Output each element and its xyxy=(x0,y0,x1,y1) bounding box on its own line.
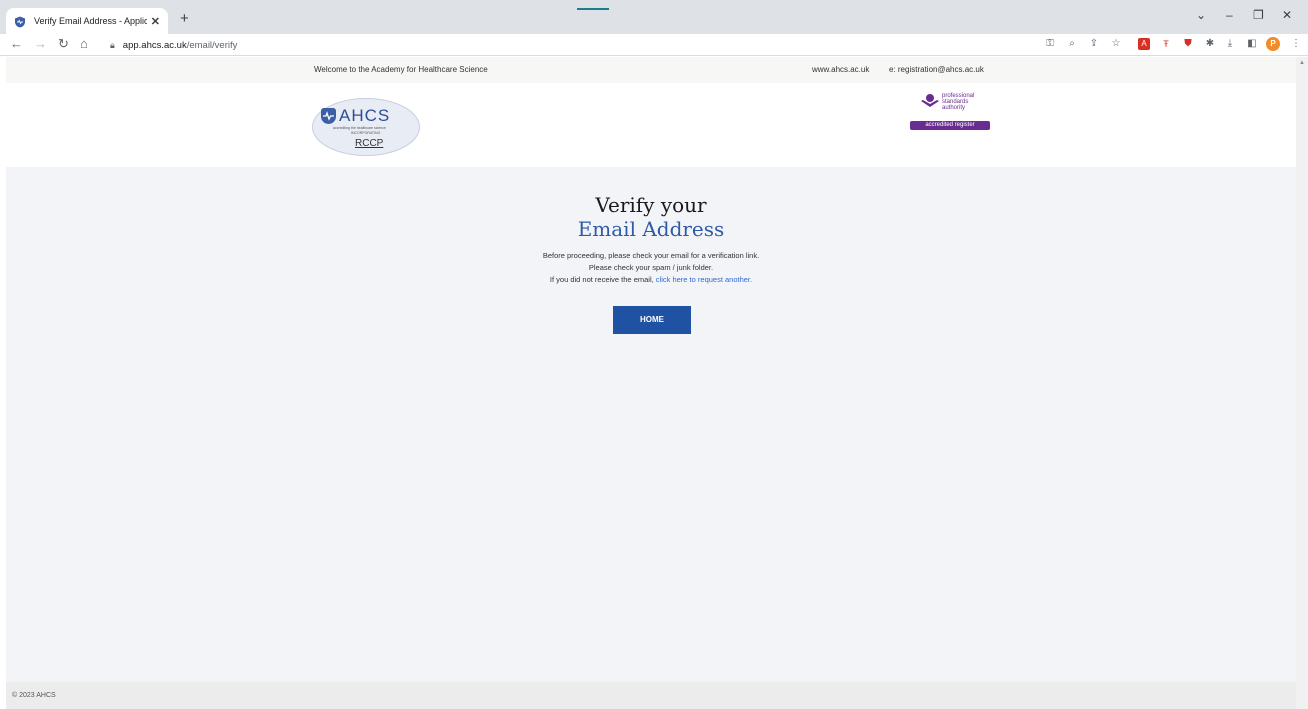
bookmark-star-icon[interactable]: ☆ xyxy=(1110,38,1122,50)
home-icon[interactable]: ⌂ xyxy=(80,36,88,51)
menu-dots-icon[interactable]: ⋮ xyxy=(1290,38,1302,50)
reload-icon[interactable]: ↻ xyxy=(58,36,69,52)
psa-text: professional standards authority xyxy=(942,93,975,111)
shield-favicon-icon xyxy=(14,15,26,28)
vertical-scrollbar[interactable] xyxy=(1296,57,1308,709)
resend-line: If you did not receive the email, click … xyxy=(6,275,1296,284)
key-icon[interactable]: ⚿ xyxy=(1044,38,1056,50)
close-window-button[interactable]: ✕ xyxy=(1282,8,1292,22)
welcome-text: Welcome to the Academy for Healthcare Sc… xyxy=(314,65,488,74)
forward-arrow-icon[interactable]: → xyxy=(34,36,47,51)
lock-icon[interactable]: 🔒︎ xyxy=(110,40,115,51)
copyright: © 2023 AHCS xyxy=(12,692,56,699)
tab-close-icon[interactable]: ✕ xyxy=(151,15,160,28)
tab-strip: Verify Email Address - Applicant I ✕ + ⌄… xyxy=(0,0,1308,34)
website-link[interactable]: www.ahcs.ac.uk xyxy=(812,65,869,74)
download-icon[interactable]: ⤓ xyxy=(1224,38,1236,50)
page-title-line1: Verify your xyxy=(595,193,707,217)
ahcs-tagline: accrediting the healthcare science xyxy=(333,126,386,130)
browser-toolbar: ← → ↻ ⌂ 🔒︎ app.ahcs.ac.uk/email/verify ⚿… xyxy=(0,34,1308,56)
instruction-text: Before proceeding, please check your ema… xyxy=(542,251,760,260)
tab-search-icon[interactable]: ⌄ xyxy=(1196,8,1206,22)
welcome-bar: Welcome to the Academy for Healthcare Sc… xyxy=(6,57,1296,83)
side-panel-icon[interactable]: ◧ xyxy=(1246,38,1258,50)
scroll-up-arrow-icon[interactable]: ▲ xyxy=(1299,60,1305,66)
ahcs-logo[interactable]: AHCS accrediting the healthcare science … xyxy=(312,98,420,156)
footer: © 2023 AHCS xyxy=(6,682,1296,709)
home-button[interactable]: HOME xyxy=(613,306,691,334)
browser-tab[interactable]: Verify Email Address - Applicant I ✕ xyxy=(6,8,168,34)
ahcs-incorporating: INCORPORATING xyxy=(351,131,381,135)
page-title-line2: Email Address xyxy=(577,217,725,241)
minimize-button[interactable]: – xyxy=(1226,8,1233,22)
zoom-icon[interactable]: ⌕ xyxy=(1066,38,1078,50)
new-tab-button[interactable]: + xyxy=(180,10,189,27)
registration-email[interactable]: e: registration@ahcs.ac.uk xyxy=(889,65,984,74)
extension-icon[interactable]: Ŧ xyxy=(1160,38,1172,50)
resend-prefix: If you did not receive the email, xyxy=(549,275,654,284)
restore-button[interactable]: ❐ xyxy=(1253,8,1264,22)
pdf-extension-icon[interactable]: A xyxy=(1138,38,1150,50)
back-arrow-icon[interactable]: ← xyxy=(10,36,23,51)
url-path: /email/verify xyxy=(186,39,238,51)
accredited-register-badge: accredited register xyxy=(910,121,990,130)
ahcs-shield-icon xyxy=(321,108,336,124)
psa-logo[interactable]: professional standards authority accredi… xyxy=(910,91,992,135)
psa-heart-icon xyxy=(921,94,939,107)
resend-verification-link[interactable]: click here to request another. xyxy=(656,275,752,284)
share-icon[interactable]: ⇪ xyxy=(1088,38,1100,50)
spam-notice: Please check your spam / junk folder. xyxy=(588,263,714,272)
tab-title: Verify Email Address - Applicant I xyxy=(34,16,147,26)
rccp-wordmark: RCCP xyxy=(355,138,384,149)
shield-extension-icon[interactable]: ⛊ xyxy=(1182,38,1194,50)
ahcs-wordmark: AHCS xyxy=(339,106,391,125)
main-content: Verify your Email Address Before proceed… xyxy=(6,167,1296,682)
puzzle-extensions-icon[interactable]: ✱ xyxy=(1204,38,1216,50)
tab-strip-accent xyxy=(577,8,609,10)
profile-avatar[interactable]: P xyxy=(1266,37,1280,51)
logo-bar: AHCS accrediting the healthcare science … xyxy=(6,83,1296,167)
url-host: app.ahcs.ac.uk xyxy=(122,39,187,51)
address-bar[interactable]: 🔒︎ app.ahcs.ac.uk/email/verify xyxy=(100,36,1030,54)
webpage: Welcome to the Academy for Healthcare Sc… xyxy=(6,57,1296,709)
